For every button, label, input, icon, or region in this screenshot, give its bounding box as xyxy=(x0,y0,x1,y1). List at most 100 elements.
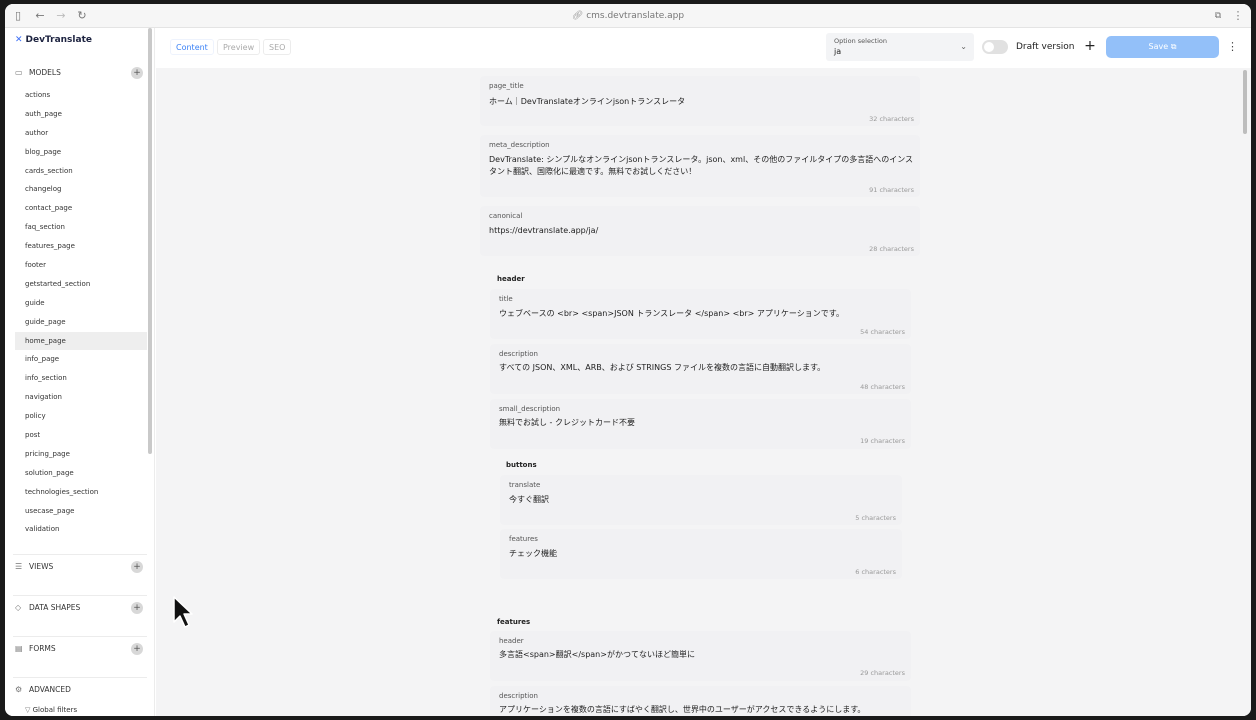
char-count: 54 characters xyxy=(860,328,905,336)
field-buttons-translate[interactable]: translate 今すぐ翻訳 5 characters xyxy=(500,475,902,525)
field-label: features xyxy=(509,535,538,543)
data-shapes-section-header[interactable]: ◇ DATA SHAPES + xyxy=(15,601,143,615)
model-list: actions auth_page author blog_page cards_sec… xyxy=(15,86,147,539)
char-count: 32 characters xyxy=(869,115,914,123)
divider xyxy=(13,554,147,555)
mouse-cursor-icon xyxy=(173,596,193,628)
field-features-header[interactable]: header 多言語<span>翻訳</span>がかつてないほど簡単に 29 … xyxy=(490,631,911,681)
field-label: description xyxy=(499,350,538,358)
sidebar-item-getstarted-section[interactable]: getstarted_section xyxy=(15,275,147,294)
models-label: MODELS xyxy=(29,68,61,77)
views-section-header[interactable]: ☰ VIEWS + xyxy=(15,560,143,574)
field-buttons-features[interactable]: features チェック機能 6 characters xyxy=(500,529,902,579)
url-text: cms.devtranslate.app xyxy=(586,11,685,21)
field-value[interactable]: チェック機能 xyxy=(509,548,557,560)
views-icon: ☰ xyxy=(15,562,23,571)
gear-icon: ⚙ xyxy=(15,685,23,694)
field-label: page_title xyxy=(489,82,524,90)
advanced-section-header[interactable]: ⚙ ADVANCED xyxy=(15,683,143,697)
sidebar-item-info-section[interactable]: info_section xyxy=(15,369,147,388)
sidebar-scrollbar[interactable] xyxy=(148,28,152,454)
sidebar-item-footer[interactable]: footer xyxy=(15,256,147,275)
sidebar: ✕ DevTranslate ▭ MODELS + actions auth_page… xyxy=(5,28,155,716)
sidebar-item-faq-section[interactable]: faq_section xyxy=(15,218,147,237)
sidebar-item-pricing-page[interactable]: pricing_page xyxy=(15,445,147,464)
field-value[interactable]: 無料でお試し - クレジットカード不要 xyxy=(499,417,635,429)
sidebar-item-post[interactable]: post xyxy=(15,426,147,445)
sidebar-item-home-page[interactable]: home_page xyxy=(15,331,147,351)
logo[interactable]: ✕ DevTranslate xyxy=(15,34,92,46)
field-value[interactable]: ホーム｜DevTranslateオンラインjsonトランスレータ xyxy=(489,96,685,108)
field-header-small-description[interactable]: small_description 無料でお試し - クレジットカード不要 19… xyxy=(490,399,911,449)
field-label: meta_description xyxy=(489,141,550,149)
field-value[interactable]: DevTranslate: シンプルなオンラインjsonトランスレータ。json… xyxy=(489,154,914,178)
field-features-description[interactable]: description アプリケーションを複数の言語にすばやく翻訳し、世界中のユ… xyxy=(490,686,911,716)
sidebar-item-technologies-section[interactable]: technologies_section xyxy=(15,483,147,502)
option-selection-label: Option selection xyxy=(834,37,887,45)
add-view-button[interactable]: + xyxy=(131,561,143,573)
char-count: 6 characters xyxy=(855,568,896,576)
field-value[interactable]: アプリケーションを複数の言語にすばやく翻訳し、世界中のユーザーがアクセスできるよ… xyxy=(499,704,865,716)
share-icon[interactable]: ⧉ xyxy=(1211,9,1225,23)
char-count: 48 characters xyxy=(860,383,905,391)
sidebar-item-solution-page[interactable]: solution_page xyxy=(15,464,147,483)
sidebar-item-guide[interactable]: guide xyxy=(15,294,147,313)
sidebar-item-info-page[interactable]: info_page xyxy=(15,350,147,369)
field-label: translate xyxy=(509,481,541,489)
models-section-header[interactable]: ▭ MODELS + xyxy=(15,66,143,80)
divider xyxy=(13,636,147,637)
char-count: 19 characters xyxy=(860,437,905,445)
field-header-title[interactable]: title ウェブベースの <br> <span>JSON トランスレータ </… xyxy=(490,289,911,339)
forms-section-header[interactable]: ▤ FORMS + xyxy=(15,642,143,656)
add-button[interactable]: + xyxy=(1082,38,1098,54)
field-meta-description[interactable]: meta_description DevTranslate: シンプルなオンライ… xyxy=(480,135,920,197)
sidebar-item-navigation[interactable]: navigation xyxy=(15,388,147,407)
sidebar-item-guide-page[interactable]: guide_page xyxy=(15,313,147,332)
sidebar-item-cards-section[interactable]: cards_section xyxy=(15,162,147,181)
sidebar-item-validation[interactable]: validation xyxy=(15,520,147,539)
link-icon: 🔗︎ xyxy=(571,11,587,21)
field-value[interactable]: ウェブベースの <br> <span>JSON トランスレータ </span> … xyxy=(499,308,844,320)
field-value[interactable]: すべての JSON、XML、ARB、および STRINGS ファイルを複数の言語… xyxy=(499,362,825,374)
field-canonical[interactable]: canonical https://devtranslate.app/ja/ 2… xyxy=(480,206,920,256)
add-data-shape-button[interactable]: + xyxy=(131,602,143,614)
char-count: 28 characters xyxy=(869,245,914,253)
sidebar-item-author[interactable]: author xyxy=(15,124,147,143)
sidebar-item-actions[interactable]: actions xyxy=(15,86,147,105)
save-button[interactable]: Save ⧉ xyxy=(1106,36,1219,58)
field-value[interactable]: 多言語<span>翻訳</span>がかつてないほど簡単に xyxy=(499,649,695,661)
toggle-knob xyxy=(984,42,994,52)
more-options-icon[interactable]: ⋮ xyxy=(1227,40,1238,54)
tab-preview[interactable]: Preview xyxy=(217,39,261,55)
sidebar-item-usecase-page[interactable]: usecase_page xyxy=(15,502,147,521)
field-label: description xyxy=(499,692,538,700)
sidebar-item-features-page[interactable]: features_page xyxy=(15,237,147,256)
field-header-description[interactable]: description すべての JSON、XML、ARB、および STRING… xyxy=(490,344,911,394)
option-selection-dropdown[interactable]: Option selection ja ⌄ xyxy=(826,33,974,61)
sidebar-item-policy[interactable]: policy xyxy=(15,407,147,426)
advanced-item-global-filters[interactable]: ▽ Global filters xyxy=(25,706,77,714)
field-label: title xyxy=(499,295,513,303)
field-value[interactable]: https://devtranslate.app/ja/ xyxy=(489,225,598,237)
save-icon: ⧉ xyxy=(1170,42,1177,51)
advanced-item-label: Global filters xyxy=(32,706,78,714)
save-label: Save xyxy=(1148,42,1169,51)
sidebar-item-contact-page[interactable]: contact_page xyxy=(15,199,147,218)
field-page-title[interactable]: page_title ホーム｜DevTranslateオンラインjsonトランス… xyxy=(480,76,920,126)
tab-seo[interactable]: SEO xyxy=(263,39,292,55)
extensions-icon[interactable]: ⋮ xyxy=(1231,9,1245,23)
sidebar-item-changelog[interactable]: changelog xyxy=(15,180,147,199)
char-count: 29 characters xyxy=(860,669,905,677)
sidebar-item-blog-page[interactable]: blog_page xyxy=(15,143,147,162)
tab-content[interactable]: Content xyxy=(170,39,214,55)
draft-version-toggle[interactable] xyxy=(982,40,1008,54)
add-form-button[interactable]: + xyxy=(131,643,143,655)
group-buttons-label: buttons xyxy=(506,461,537,469)
field-value[interactable]: 今すぐ翻訳 xyxy=(509,494,549,506)
add-model-button[interactable]: + xyxy=(131,67,143,79)
draft-version-label: Draft version xyxy=(1016,42,1075,52)
content-scrollbar[interactable] xyxy=(1243,70,1247,134)
forms-label: FORMS xyxy=(29,644,56,653)
address-bar[interactable]: 🔗︎ cms.devtranslate.app xyxy=(5,9,1251,23)
sidebar-item-auth-page[interactable]: auth_page xyxy=(15,105,147,124)
